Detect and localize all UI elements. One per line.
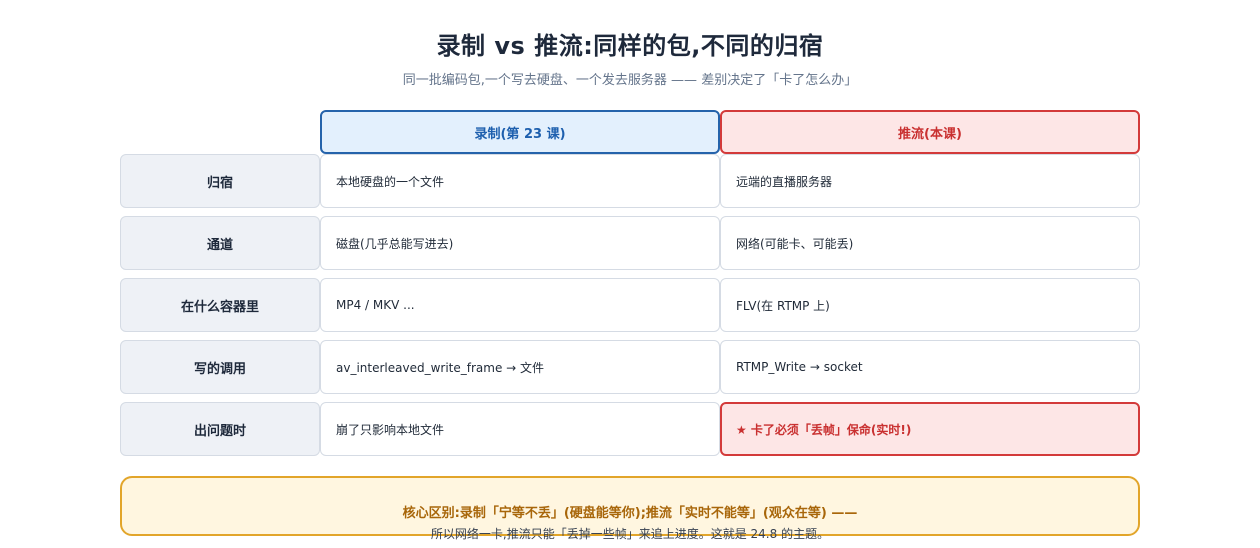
row-label-container: 在什么容器里 (120, 278, 320, 332)
callout-headline: 核心区别:录制「宁等不丢」(硬盘能等你);推流「实时不能等」(观众在等) —— (402, 506, 858, 521)
cell-record-write-call: av_interleaved_write_frame → 文件 (320, 340, 720, 394)
comparison-diagram: 录制 vs 推流:同样的包,不同的归宿 同一批编码包,一个写去硬盘、一个发去服务… (0, 0, 1260, 548)
page-title: 录制 vs 推流:同样的包,不同的归宿 (436, 32, 824, 60)
row-label-destination: 归宿 (120, 154, 320, 208)
row-label-write-call: 写的调用 (120, 340, 320, 394)
cell-push-destination: 远端的直播服务器 (720, 154, 1140, 208)
column-header-push: 推流(本课) (720, 110, 1140, 154)
cell-push-write-call: RTMP_Write → socket (720, 340, 1140, 394)
cell-record-container: MP4 / MKV ... (320, 278, 720, 332)
cell-record-channel: 磁盘(几乎总能写进去) (320, 216, 720, 270)
cell-push-channel: 网络(可能卡、可能丢) (720, 216, 1140, 270)
row-label-on-failure: 出问题时 (120, 402, 320, 456)
page-subtitle: 同一批编码包,一个写去硬盘、一个发去服务器 —— 差别决定了「卡了怎么办」 (402, 73, 858, 88)
row-label-channel: 通道 (120, 216, 320, 270)
cell-push-on-failure: ★ 卡了必须「丢帧」保命(实时!) (720, 402, 1140, 456)
cell-record-on-failure: 崩了只影响本地文件 (320, 402, 720, 456)
column-header-record: 录制(第 23 课) (320, 110, 720, 154)
callout-detail: 所以网络一卡,推流只能「丢掉一些帧」来追上进度。这就是 24.8 的主题。 (430, 527, 830, 541)
cell-push-container: FLV(在 RTMP 上) (720, 278, 1140, 332)
cell-record-destination: 本地硬盘的一个文件 (320, 154, 720, 208)
